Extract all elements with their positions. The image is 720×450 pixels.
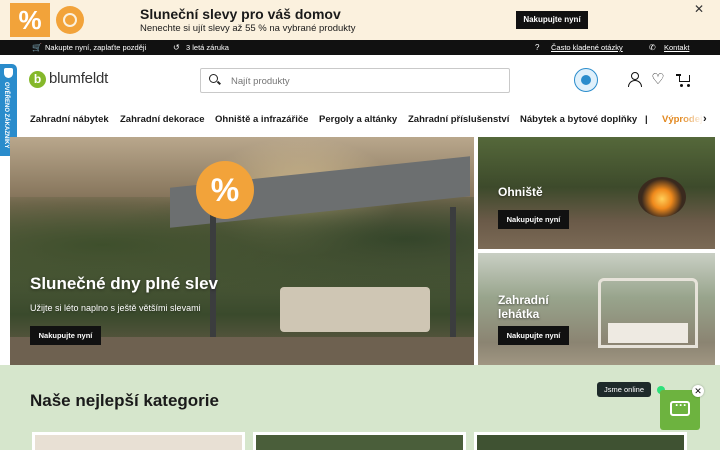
trust-badge-icon[interactable] [574, 68, 598, 92]
nav-item-garden-furniture[interactable]: Zahradní nábytek [30, 114, 109, 125]
promo-subtitle: Nenechte si ujít slevy až 55 % na vybran… [140, 23, 356, 34]
contact-link[interactable]: Kontakt [664, 43, 689, 52]
chat-bubble-icon [670, 398, 690, 416]
hero-subtitle: Užijte si léto naplno s ještě většími sl… [30, 303, 201, 313]
tile-title: Zahradní lehátka [498, 293, 549, 321]
discount-badge: % [196, 161, 254, 219]
promo-shop-button[interactable]: Nakupujte nyní [516, 11, 588, 29]
section-title: Naše nejlepší kategorie [30, 391, 219, 410]
hero-shop-button[interactable]: Nakupujte nyní [30, 326, 101, 345]
cart-icon[interactable] [676, 72, 692, 88]
nav-item-home-furniture[interactable]: Nábytek a bytové doplňky [520, 114, 637, 125]
top-categories-section: Naše nejlepší kategorie [0, 365, 720, 450]
question-icon: ? [535, 43, 540, 52]
category-card[interactable] [32, 432, 245, 450]
phone-icon: ✆ [649, 43, 656, 52]
fire-pit-image [638, 177, 686, 217]
top-info-bar: 🛒 Nakupte nyní, zaplaťte později ↺ 3 let… [0, 40, 720, 55]
nav-item-pergolas[interactable]: Pergoly a altánky [319, 114, 397, 125]
hero-title: Slunečné dny plné slev [30, 274, 219, 293]
search-input[interactable] [231, 73, 501, 89]
promo-banner: % Sluneční slevy pro váš domov Nenechte … [0, 0, 720, 40]
tile-garden-loungers[interactable]: Zahradní lehátka Nakupujte nyní [478, 253, 715, 365]
user-icon[interactable] [627, 72, 643, 88]
return-icon: ↺ [173, 43, 180, 52]
nav-item-garden-decor[interactable]: Zahradní dekorace [120, 114, 204, 125]
warranty-link[interactable]: 3 letá záruka [186, 43, 229, 52]
nav-item-garden-accessories[interactable]: Zahradní příslušenství [408, 114, 509, 125]
sofa-image [280, 287, 430, 332]
faq-link[interactable]: Často kladené otázky [551, 43, 623, 52]
sun-icon [56, 6, 84, 34]
chat-close-icon[interactable]: ✕ [692, 385, 704, 397]
buy-now-pay-later-link[interactable]: Nakupte nyní, zaplaťte později [45, 43, 146, 52]
nav-item-fire-pits-heaters[interactable]: Ohniště a infrazářiče [215, 114, 308, 125]
nav-divider: | [645, 114, 648, 125]
shield-icon [4, 68, 13, 78]
percent-icon: % [10, 3, 50, 37]
tile-shop-button[interactable]: Nakupujte nyní [498, 326, 569, 345]
search-icon[interactable] [209, 74, 218, 83]
category-card[interactable] [253, 432, 466, 450]
close-icon[interactable]: ✕ [694, 2, 704, 16]
main-nav: Zahradní nábytek Zahradní dekorace Ohniš… [0, 106, 720, 134]
tile-shop-button[interactable]: Nakupujte nyní [498, 210, 569, 229]
logo-mark-icon: b [29, 71, 46, 88]
category-card[interactable] [474, 432, 687, 450]
heart-icon[interactable]: ♡ [650, 72, 666, 88]
tile-title: Ohniště [498, 185, 543, 199]
nav-scroll-right-icon[interactable]: › [703, 113, 707, 125]
hero-banner[interactable]: % Slunečné dny plné slev Užijte si léto … [10, 137, 474, 365]
chat-status-label: Jsme online [597, 382, 652, 397]
search-bar[interactable] [200, 68, 510, 93]
cart-small-icon: 🛒 [32, 43, 42, 52]
logo-text: blumfeldt [49, 70, 109, 87]
promo-title: Sluneční slevy pro váš domov [140, 6, 341, 22]
tile-fire-pits[interactable]: Ohniště Nakupujte nyní [478, 137, 715, 249]
